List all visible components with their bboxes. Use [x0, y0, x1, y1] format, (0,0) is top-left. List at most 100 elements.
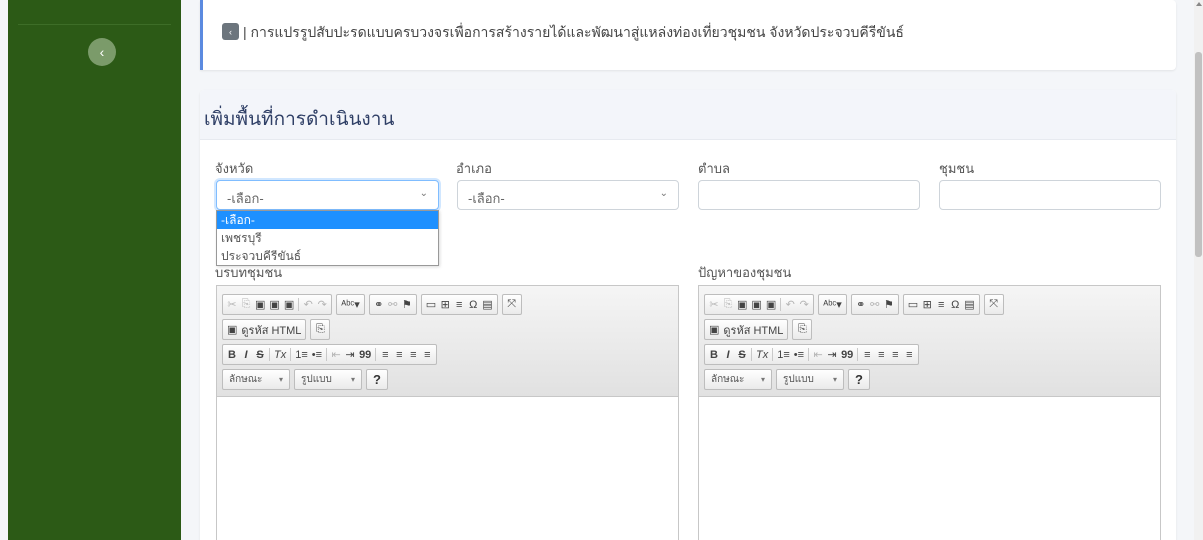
subdistrict-input[interactable]: [698, 180, 920, 210]
paste-icon[interactable]: ▣: [737, 298, 747, 311]
source-button-label: ดูรหัส HTML: [241, 324, 302, 337]
indent-icon[interactable]: ⇥: [345, 348, 355, 361]
province-option[interactable]: เพชรบุรี: [217, 229, 438, 247]
chevron-left-icon: ‹: [229, 26, 232, 37]
horizontal-rule-icon[interactable]: ≡: [936, 299, 946, 311]
community-input[interactable]: [939, 180, 1161, 210]
unlink-icon[interactable]: ⚯: [870, 298, 880, 311]
page-scrollbar[interactable]: [1194, 0, 1203, 540]
horizontal-rule-icon[interactable]: ≡: [454, 299, 464, 311]
bulleted-list-icon[interactable]: •≡: [794, 349, 804, 361]
back-button[interactable]: ‹: [222, 23, 239, 40]
province-option[interactable]: ประจวบคีรีขันธ์: [217, 247, 438, 265]
spellcheck-icon[interactable]: ᴬᵇᶜ▾: [823, 298, 842, 311]
undo-icon[interactable]: ↶: [785, 298, 795, 311]
styles-combo[interactable]: ลักษณะ ▾: [222, 369, 290, 390]
special-char-icon[interactable]: Ω: [468, 299, 478, 311]
outdent-icon[interactable]: ⇤: [331, 348, 341, 361]
bulleted-list-icon[interactable]: •≡: [312, 349, 322, 361]
table-icon[interactable]: ⊞: [922, 298, 932, 311]
image-icon[interactable]: ▭: [908, 298, 918, 311]
community-context-editor: ✂ ⎘ ▣ ▣ ▣ ↶ ↷ ᴬᵇᶜ▾ ⚭ ⚯ ⚑ ▭ ⊞ ≡ Ω ▤ ⤧ ▣ ด…: [216, 285, 679, 540]
paste-word-icon[interactable]: ▣: [284, 298, 294, 311]
copy-icon[interactable]: ⎘: [723, 298, 733, 311]
maximize-group: ⤧: [983, 294, 1004, 315]
scroll-up-icon[interactable]: [1196, 2, 1202, 6]
italic-icon[interactable]: I: [241, 349, 251, 361]
anchor-icon[interactable]: ⚑: [402, 298, 412, 311]
maximize-icon[interactable]: ⤧: [507, 298, 517, 311]
align-justify-icon[interactable]: ≡: [422, 349, 432, 361]
maximize-icon[interactable]: ⤧: [989, 298, 999, 311]
remove-format-icon[interactable]: Tx: [756, 349, 768, 361]
editor-content-area[interactable]: [217, 397, 678, 540]
iframe-icon[interactable]: ▤: [964, 298, 974, 311]
align-center-icon[interactable]: ≡: [876, 349, 886, 361]
paste-icon[interactable]: ▣: [255, 298, 265, 311]
editor-content-area[interactable]: [699, 397, 1160, 540]
sidebar-collapse-button[interactable]: ‹: [88, 38, 116, 66]
subdistrict-label: ตำบล: [698, 161, 730, 176]
toolbar-separator: [269, 348, 270, 361]
styles-combo-label: ลักษณะ: [229, 374, 263, 385]
spellcheck-icon[interactable]: ᴬᵇᶜ▾: [341, 298, 360, 311]
strike-icon[interactable]: S: [737, 349, 747, 361]
district-select[interactable]: -เลือก- ⌄: [457, 180, 679, 210]
styles-combo-label: ลักษณะ: [711, 374, 745, 385]
table-icon[interactable]: ⊞: [440, 298, 450, 311]
source-code-icon: ▣: [709, 324, 720, 336]
chevron-down-icon: ⌄: [419, 188, 428, 199]
italic-icon[interactable]: I: [723, 349, 733, 361]
cut-icon[interactable]: ✂: [709, 298, 719, 311]
styles-combo[interactable]: ลักษณะ ▾: [704, 369, 772, 390]
align-right-icon[interactable]: ≡: [408, 349, 418, 361]
outdent-icon[interactable]: ⇤: [813, 348, 823, 361]
remove-format-icon[interactable]: Tx: [274, 349, 286, 361]
templates-button[interactable]: ⎘: [310, 319, 331, 340]
align-right-icon[interactable]: ≡: [890, 349, 900, 361]
image-icon[interactable]: ▭: [426, 298, 436, 311]
blockquote-icon[interactable]: 99: [359, 349, 371, 361]
align-center-icon[interactable]: ≡: [394, 349, 404, 361]
indent-icon[interactable]: ⇥: [827, 348, 837, 361]
format-combo[interactable]: รูปแบบ ▾: [294, 369, 362, 390]
help-button[interactable]: ?: [366, 369, 388, 390]
align-justify-icon[interactable]: ≡: [904, 349, 914, 361]
iframe-icon[interactable]: ▤: [482, 298, 492, 311]
copy-icon[interactable]: ⎘: [241, 298, 251, 311]
undo-icon[interactable]: ↶: [303, 298, 313, 311]
province-option[interactable]: -เลือก-: [217, 211, 438, 229]
spellcheck-group: ᴬᵇᶜ▾: [818, 294, 847, 315]
numbered-list-icon[interactable]: 1≡: [295, 349, 308, 361]
community-problems-label: ปัญหาของชุมชน: [698, 265, 792, 280]
scrollbar-thumb[interactable]: [1195, 52, 1202, 257]
link-icon[interactable]: ⚭: [374, 298, 384, 311]
unlink-icon[interactable]: ⚯: [388, 298, 398, 311]
help-button[interactable]: ?: [848, 369, 870, 390]
paste-word-icon[interactable]: ▣: [766, 298, 776, 311]
special-char-icon[interactable]: Ω: [950, 299, 960, 311]
toolbar-separator: [298, 298, 300, 311]
align-left-icon[interactable]: ≡: [862, 349, 872, 361]
anchor-icon[interactable]: ⚑: [884, 298, 894, 311]
form-card: เพิ่มพื้นที่การดำเนินงาน จังหวัด อำเภอ ต…: [200, 90, 1176, 540]
redo-icon[interactable]: ↷: [317, 298, 327, 311]
paste-text-icon[interactable]: ▣: [751, 298, 761, 311]
maximize-group: ⤧: [501, 294, 522, 315]
clipboard-group: ✂ ⎘ ▣ ▣ ▣ ↶ ↷: [704, 294, 815, 315]
strike-icon[interactable]: S: [255, 349, 265, 361]
source-button[interactable]: ▣ ดูรหัส HTML: [222, 319, 307, 340]
link-icon[interactable]: ⚭: [856, 298, 866, 311]
templates-button[interactable]: ⎘: [792, 319, 813, 340]
province-select[interactable]: -เลือก- ⌄: [216, 180, 439, 210]
source-button[interactable]: ▣ ดูรหัส HTML: [704, 319, 789, 340]
numbered-list-icon[interactable]: 1≡: [777, 349, 790, 361]
redo-icon[interactable]: ↷: [799, 298, 809, 311]
cut-icon[interactable]: ✂: [227, 298, 237, 311]
paste-text-icon[interactable]: ▣: [269, 298, 279, 311]
blockquote-icon[interactable]: 99: [841, 349, 853, 361]
align-left-icon[interactable]: ≡: [380, 349, 390, 361]
bold-icon[interactable]: B: [227, 349, 237, 361]
bold-icon[interactable]: B: [709, 349, 719, 361]
format-combo[interactable]: รูปแบบ ▾: [776, 369, 844, 390]
